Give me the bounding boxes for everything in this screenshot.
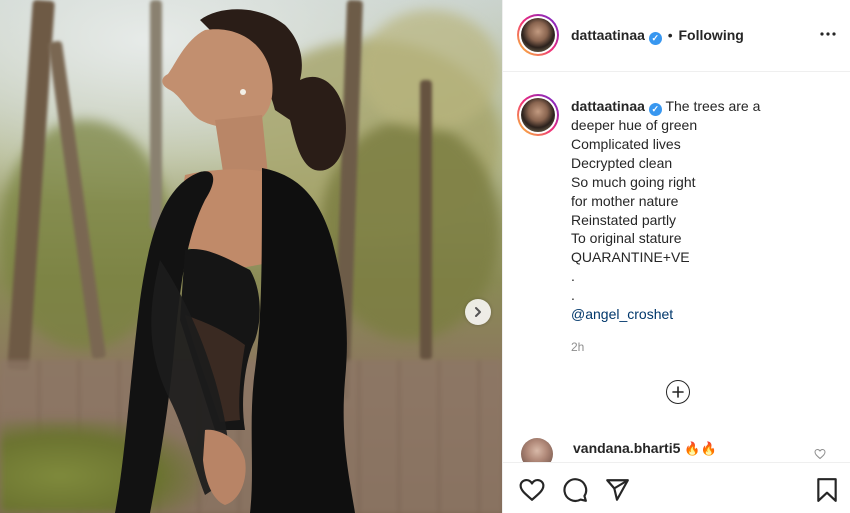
caption-line: for mother nature [571,192,679,209]
action-bar [503,462,850,513]
like-button[interactable] [519,477,545,503]
caption-line: Decrypted clean [571,154,673,171]
caption-mention-link[interactable]: @angel_croshet [571,305,831,324]
author-avatar[interactable] [517,14,559,56]
comment-text: 🔥🔥 [684,441,717,456]
separator-dot: • [667,27,673,43]
paper-plane-icon [606,479,629,501]
caption-line: . [571,287,575,304]
post-side-panel: dattaatinaa ✓ • Following dattaatinaa ✓ … [502,0,850,513]
following-button[interactable]: Following [679,27,744,43]
comment-bubble-icon [563,478,588,503]
post-photo[interactable] [0,0,502,513]
more-options-icon[interactable] [819,25,837,43]
photo-person [115,9,355,513]
next-photo-button[interactable] [465,299,491,325]
commenter-username[interactable]: vandana.bharti5 [573,440,680,456]
comment-button[interactable] [562,477,588,503]
caption-line: Complicated lives [571,135,681,152]
caption-line: Reinstated partly [571,211,677,228]
verified-badge-icon: ✓ [648,103,662,116]
chevron-right-icon [475,307,481,317]
author-username[interactable]: dattaatinaa [571,27,645,43]
caption-line: So much going right [571,173,696,190]
caption-author-avatar[interactable] [517,94,559,136]
caption-line: QUARANTINE+VE [571,249,690,266]
verified-badge-icon: ✓ [648,32,662,45]
post-caption: dattaatinaa ✓ The trees are a deeper hue… [571,97,831,324]
bookmark-icon [817,478,837,502]
caption-line: The trees are a [665,98,761,114]
header-meta: dattaatinaa ✓ • Following [571,27,744,45]
post-header: dattaatinaa ✓ • Following [503,0,850,72]
heart-icon [519,478,545,501]
share-button[interactable] [604,477,630,503]
caption-line: deeper hue of green [571,117,698,133]
comment-item: vandana.bharti5 🔥🔥 [573,440,717,457]
caption-line: . [571,268,575,285]
save-button[interactable] [814,477,840,503]
post-timestamp[interactable]: 2h [571,340,584,354]
load-more-comments-button[interactable] [666,380,690,404]
caption-line: To original stature [571,230,682,247]
caption-username[interactable]: dattaatinaa [571,98,645,114]
comment-like-heart-icon[interactable] [814,448,826,460]
plus-circle-icon [672,386,684,398]
